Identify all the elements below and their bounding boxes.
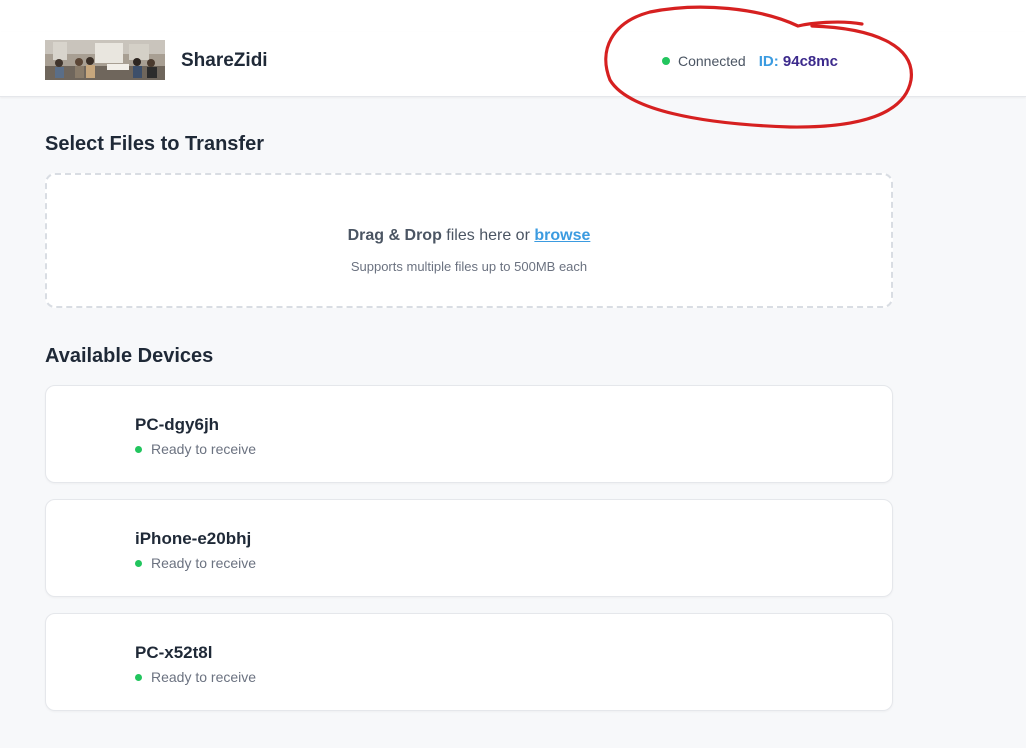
device-card[interactable]: PC-dgy6jh Ready to receive [45, 385, 893, 483]
device-status-text: Ready to receive [151, 669, 257, 685]
app-page: ShareZidi Connected ID: 94c8mc Select Fi… [0, 0, 1026, 748]
connection-status-text: Connected [678, 53, 746, 69]
device-id: ID: 94c8mc [759, 53, 838, 70]
drop-strong-text: Drag & Drop [347, 227, 442, 244]
device-card[interactable]: PC-x52t8l Ready to receive [45, 613, 893, 711]
ready-dot-icon [135, 445, 142, 453]
app-header: ShareZidi Connected ID: 94c8mc [0, 32, 1026, 97]
ready-dot-icon [135, 559, 142, 567]
ready-dot-icon [135, 673, 142, 681]
device-status-text: Ready to receive [151, 555, 257, 571]
device-name: PC-dgy6jh [135, 415, 220, 434]
available-devices-title: Available Devices [45, 345, 214, 367]
device-id-value: 94c8mc [782, 52, 838, 70]
connected-dot-icon [662, 57, 670, 65]
app-name: ShareZidi [181, 50, 268, 71]
top-strip [0, 0, 1026, 32]
device-status: Ready to receive [135, 555, 256, 571]
device-status: Ready to receive [135, 669, 256, 685]
device-name: iPhone-e20bhj [135, 529, 252, 548]
connection-status: Connected ID: 94c8mc [662, 52, 838, 70]
browse-link[interactable]: browse [534, 227, 590, 244]
drop-hint: Supports multiple files up to 500MB each [350, 259, 588, 274]
device-status: Ready to receive [135, 441, 256, 457]
device-id-prefix: ID: [758, 52, 779, 70]
device-icon [76, 418, 112, 454]
select-files-title: Select Files to Transfer [45, 133, 264, 155]
file-drop-zone[interactable]: Drag & Drop files here or browse Support… [45, 173, 893, 308]
device-icon [76, 532, 112, 568]
logo-photo [45, 40, 165, 80]
device-icon [76, 646, 112, 682]
device-name: PC-x52t8l [135, 643, 213, 662]
drop-instructions: Drag & Drop files here or browse [47, 227, 891, 245]
device-card[interactable]: iPhone-e20bhj Ready to receive [45, 499, 893, 597]
device-status-text: Ready to receive [151, 441, 257, 457]
drop-text: files here or [441, 227, 535, 244]
